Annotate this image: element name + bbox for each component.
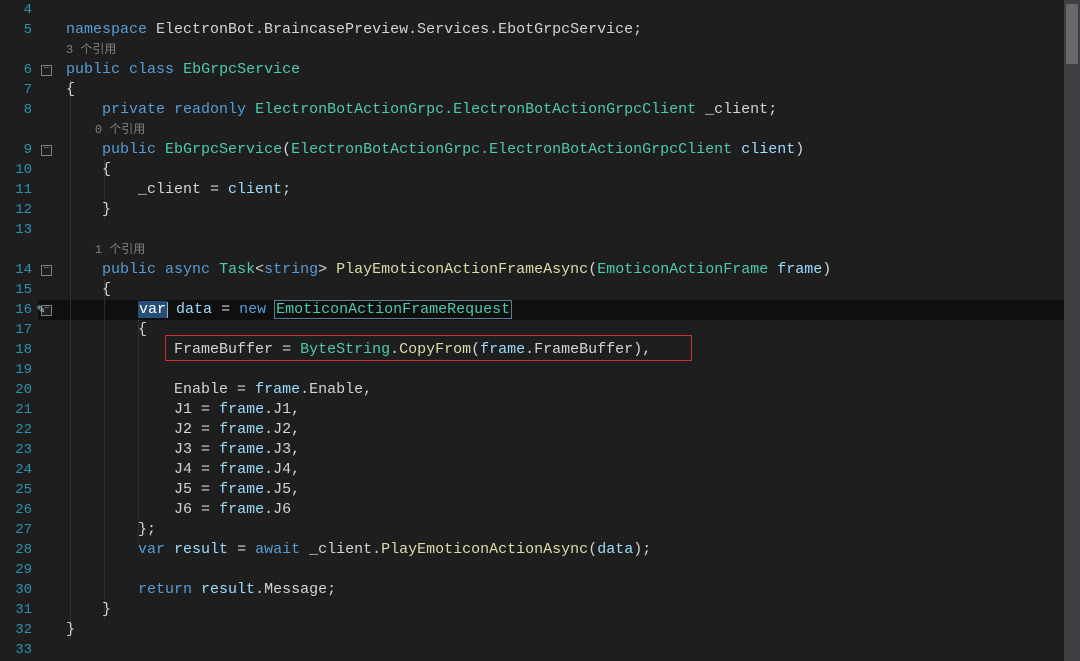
line-number: 20	[0, 380, 38, 400]
line-number: 31	[0, 600, 38, 620]
line-number: 17	[0, 320, 38, 340]
code-line[interactable]: 30 return result.Message;	[0, 580, 1080, 600]
code-line[interactable]: 12 }	[0, 200, 1080, 220]
codelens[interactable]: 1 个引用	[0, 240, 1080, 260]
line-number: 26	[0, 500, 38, 520]
code-line[interactable]: 22 J2 = frame.J2,	[0, 420, 1080, 440]
line-number: 8	[0, 100, 38, 120]
line-number: 28	[0, 540, 38, 560]
code-line[interactable]: 9 − public EbGrpcService(ElectronBotActi…	[0, 140, 1080, 160]
code-line[interactable]: 6 − public class EbGrpcService	[0, 60, 1080, 80]
line-number: 9	[0, 140, 38, 160]
codelens[interactable]: 3 个引用	[0, 40, 1080, 60]
selected-text: var	[138, 301, 167, 318]
line-number: 11	[0, 180, 38, 200]
line-number: 32	[0, 620, 38, 640]
line-number: 18	[0, 340, 38, 360]
line-number: 7	[0, 80, 38, 100]
code-line[interactable]: 31 }	[0, 600, 1080, 620]
code-line[interactable]: 32 }	[0, 620, 1080, 640]
code-line[interactable]: 14 − public async Task<string> PlayEmoti…	[0, 260, 1080, 280]
line-number: 24	[0, 460, 38, 480]
code-line[interactable]: 10 {	[0, 160, 1080, 180]
code-line[interactable]: 18 FrameBuffer = ByteString.CopyFrom(fra…	[0, 340, 1080, 360]
code-line[interactable]: 5 namespace ElectronBot.BraincasePreview…	[0, 20, 1080, 40]
code-line[interactable]: 33	[0, 640, 1080, 660]
line-number: 13	[0, 220, 38, 240]
code-line[interactable]: 24 J4 = frame.J4,	[0, 460, 1080, 480]
code-line-active[interactable]: 16 ✎− var data = new EmoticonActionFrame…	[0, 300, 1080, 320]
code-line[interactable]: 28 var result = await _client.PlayEmotic…	[0, 540, 1080, 560]
line-number: 22	[0, 420, 38, 440]
code-line[interactable]: 27 };	[0, 520, 1080, 540]
code-line[interactable]: 23 J3 = frame.J3,	[0, 440, 1080, 460]
text-cursor	[167, 302, 168, 318]
fold-toggle-icon[interactable]: −	[41, 65, 52, 76]
code-line[interactable]: 13	[0, 220, 1080, 240]
codelens[interactable]: 0 个引用	[0, 120, 1080, 140]
line-number: 21	[0, 400, 38, 420]
line-number: 30	[0, 580, 38, 600]
line-number: 15	[0, 280, 38, 300]
line-number: 10	[0, 160, 38, 180]
code-line[interactable]: 4	[0, 0, 1080, 20]
code-editor[interactable]: 4 5 namespace ElectronBot.BraincasePrevi…	[0, 0, 1080, 661]
code-line[interactable]: 17 {	[0, 320, 1080, 340]
code-line[interactable]: 26 J6 = frame.J6	[0, 500, 1080, 520]
line-number: 23	[0, 440, 38, 460]
line-number: 27	[0, 520, 38, 540]
highlighted-type: EmoticonActionFrameRequest	[275, 301, 511, 318]
code-line[interactable]: 11 _client = client;	[0, 180, 1080, 200]
line-number: 19	[0, 360, 38, 380]
fold-toggle-icon[interactable]: −	[41, 265, 52, 276]
code-line[interactable]: 29	[0, 560, 1080, 580]
code-line[interactable]: 25 J5 = frame.J5,	[0, 480, 1080, 500]
code-line[interactable]: 19	[0, 360, 1080, 380]
code-line[interactable]: 8 private readonly ElectronBotActionGrpc…	[0, 100, 1080, 120]
line-number: 4	[0, 0, 38, 20]
fold-toggle-icon[interactable]: −	[41, 145, 52, 156]
line-number: 6	[0, 60, 38, 80]
code-line[interactable]: 21 J1 = frame.J1,	[0, 400, 1080, 420]
line-number: 5	[0, 20, 38, 40]
code-line[interactable]: 7 {	[0, 80, 1080, 100]
line-number: 12	[0, 200, 38, 220]
line-number: 14	[0, 260, 38, 280]
line-number: 25	[0, 480, 38, 500]
screwdriver-icon[interactable]: ✎	[37, 300, 45, 320]
line-number: 29	[0, 560, 38, 580]
line-number: 16	[0, 300, 38, 320]
line-number: 33	[0, 640, 38, 660]
code-line[interactable]: 15 {	[0, 280, 1080, 300]
code-line[interactable]: 20 Enable = frame.Enable,	[0, 380, 1080, 400]
